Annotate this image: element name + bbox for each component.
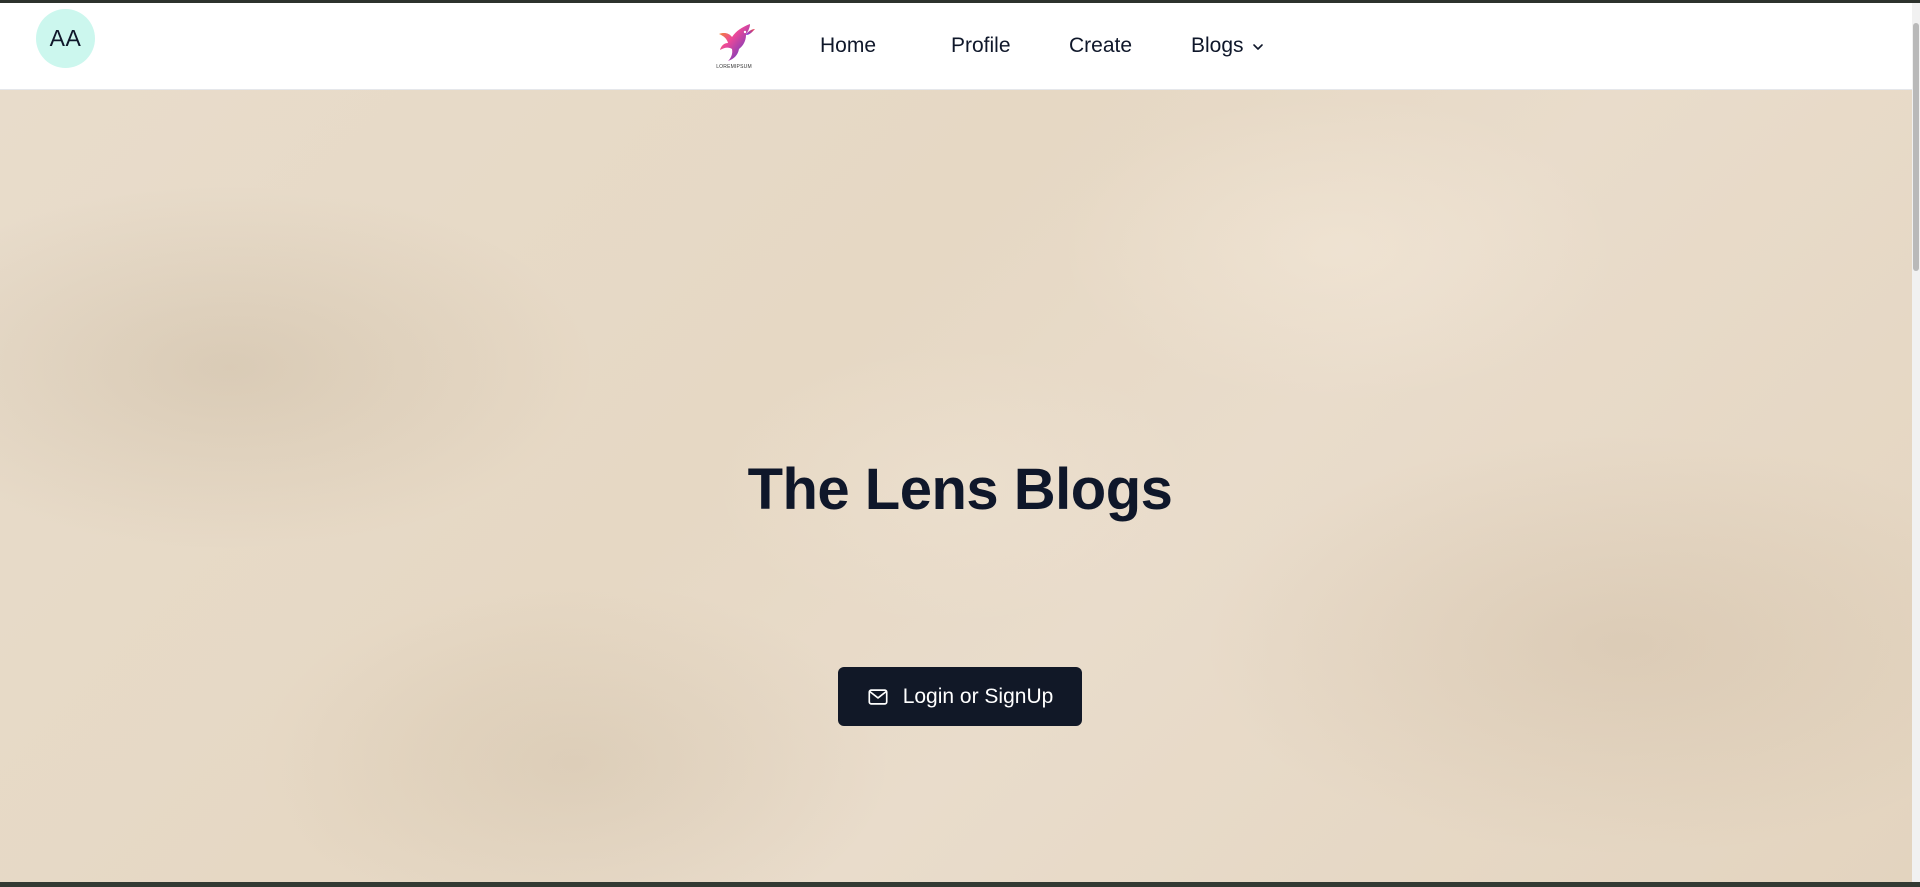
- site-logo[interactable]: LOREMIPSUM: [712, 21, 756, 73]
- nav-link-profile[interactable]: Profile: [951, 33, 1011, 59]
- avatar-initials: AA: [49, 25, 82, 51]
- nav-blogs-label: Blogs: [1191, 34, 1244, 57]
- nav-link-home[interactable]: Home: [820, 33, 876, 59]
- bird-logo-icon: [719, 24, 755, 61]
- chevron-down-icon: [1252, 44, 1263, 50]
- hero-title: The Lens Blogs: [747, 457, 1173, 522]
- browser-frame: AA LOREMIPSUM Home Profile Create Blogs …: [0, 0, 1920, 887]
- hero-section: The Lens Blogs Login or SignUp: [0, 90, 1912, 882]
- nav-dropdown-blogs[interactable]: Blogs: [1191, 33, 1264, 59]
- vertical-scrollbar[interactable]: [1912, 3, 1920, 882]
- window-bottom-edge: [0, 882, 1920, 887]
- logo-text: LOREMIPSUM: [716, 64, 752, 70]
- login-signup-button[interactable]: Login or SignUp: [838, 667, 1082, 726]
- login-signup-label: Login or SignUp: [902, 684, 1054, 708]
- mail-icon: [868, 688, 888, 705]
- user-avatar[interactable]: AA: [36, 9, 95, 68]
- top-navbar: AA LOREMIPSUM Home Profile Create Blogs: [0, 3, 1912, 90]
- scrollbar-thumb[interactable]: [1913, 23, 1919, 271]
- nav-link-create[interactable]: Create: [1069, 33, 1132, 59]
